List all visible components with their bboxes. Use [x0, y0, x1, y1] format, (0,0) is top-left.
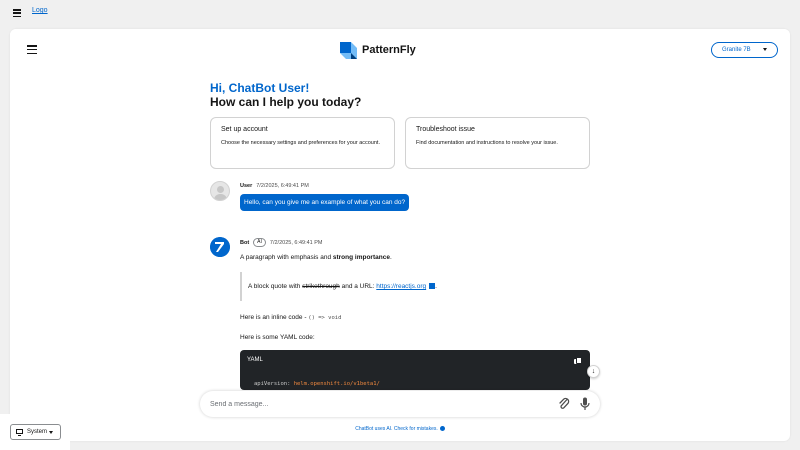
logo-link[interactable]: Logo: [32, 7, 48, 14]
theme-select-value: System: [27, 429, 48, 435]
paperclip-icon[interactable]: [558, 397, 570, 411]
prompt-card-troubleshoot-issue[interactable]: Troubleshoot issue Find documentation an…: [405, 117, 590, 169]
jump-to-bottom-button[interactable]: ↓: [587, 365, 600, 378]
quote-link[interactable]: https://reactjs.org: [376, 283, 426, 290]
welcome-prompt: Hi, ChatBot User! How can I help you tod…: [210, 81, 361, 109]
code-language-label: YAML: [247, 357, 263, 363]
bot-paragraph-end: .: [389, 254, 392, 261]
model-select[interactable]: Granite 7B: [711, 42, 778, 58]
code-key: apiVersion:: [254, 381, 294, 387]
code-block: YAML apiVersion: helm.openshift.io/v1bet…: [240, 350, 590, 390]
code-value: helm.openshift.io/v1beta1/: [293, 381, 380, 387]
user-avatar: [210, 181, 230, 201]
quote-text: A block quote with: [248, 283, 303, 290]
bot-paragraph: A paragraph with emphasis and strong imp…: [240, 254, 392, 261]
brand-name: PatternFly: [362, 44, 416, 56]
prompt-card-setup-account[interactable]: Set up account Choose the necessary sett…: [210, 117, 395, 169]
prompt-card-description: Find documentation and instructions to r…: [416, 140, 558, 146]
bot-name: Bot: [240, 239, 250, 246]
chatbot-header: PatternFly Granite 7B: [10, 29, 790, 71]
user-timestamp: 7/2/2025, 6:49:41 PM: [256, 183, 309, 189]
theme-panel: System: [0, 414, 70, 450]
user-message-meta: User 7/2/2025, 6:49:41 PM: [240, 183, 309, 189]
arrow-down-icon: ↓: [591, 368, 596, 375]
inline-code-intro: Here is an inline code -: [240, 314, 309, 321]
monitor-icon: [16, 429, 23, 436]
bot-message-meta: Bot AI 7/2/2025, 6:49:41 PM: [240, 238, 323, 247]
brand: PatternFly: [340, 41, 416, 59]
bot-paragraph-strong: strong importance: [332, 254, 390, 261]
info-icon[interactable]: [439, 426, 445, 431]
chatbot-panel: PatternFly Granite 7B Hi, ChatBot User! …: [10, 29, 790, 441]
prompt-card-title: Troubleshoot issue: [416, 126, 475, 133]
ai-disclaimer: ChatBot uses AI. Check for mistakes.: [10, 426, 790, 432]
message-composer: [200, 391, 600, 417]
ai-disclaimer-text: ChatBot uses AI. Check for mistakes.: [355, 426, 438, 432]
top-bar: Logo: [0, 0, 800, 30]
user-message-bubble: Hello, can you give me an example of wha…: [240, 194, 409, 211]
caret-down-icon: [763, 48, 767, 51]
ai-badge: AI: [253, 238, 266, 247]
quote-end: .: [435, 283, 437, 290]
prompt-card-description: Choose the necessary settings and prefer…: [221, 140, 380, 146]
theme-select[interactable]: System: [10, 424, 61, 440]
caret-down-icon: [49, 431, 53, 434]
inline-code: () => void: [308, 315, 342, 321]
microphone-icon[interactable]: [580, 397, 590, 411]
message-input[interactable]: [210, 397, 540, 411]
user-name: User: [240, 183, 253, 189]
quote-strikethrough: strikethrough: [302, 283, 340, 290]
patternfly-logo-icon: [340, 41, 357, 59]
prompt-card-title: Set up account: [221, 126, 268, 133]
quote-text-mid: and a URL:: [339, 283, 377, 290]
welcome-title: Hi, ChatBot User!: [210, 81, 310, 95]
hamburger-menu-icon[interactable]: [13, 9, 21, 17]
bot-paragraph-text: A paragraph with emphasis and: [240, 254, 333, 261]
bot-timestamp: 7/2/2025, 6:49:41 PM: [269, 239, 323, 246]
bot-inline-code-line: Here is an inline code - () => void: [240, 314, 341, 321]
welcome-subtitle: How can I help you today?: [210, 95, 362, 109]
copy-icon[interactable]: [574, 357, 582, 364]
model-select-value: Granite 7B: [722, 47, 751, 53]
code-line: apiVersion: helm.openshift.io/v1beta1/: [254, 381, 380, 387]
bot-avatar-icon: [210, 237, 230, 257]
sidebar-toggle-icon[interactable]: [27, 45, 37, 54]
bot-yaml-label: Here is some YAML code:: [240, 334, 315, 341]
bot-block-quote: A block quote with strikethrough and a U…: [240, 272, 450, 301]
